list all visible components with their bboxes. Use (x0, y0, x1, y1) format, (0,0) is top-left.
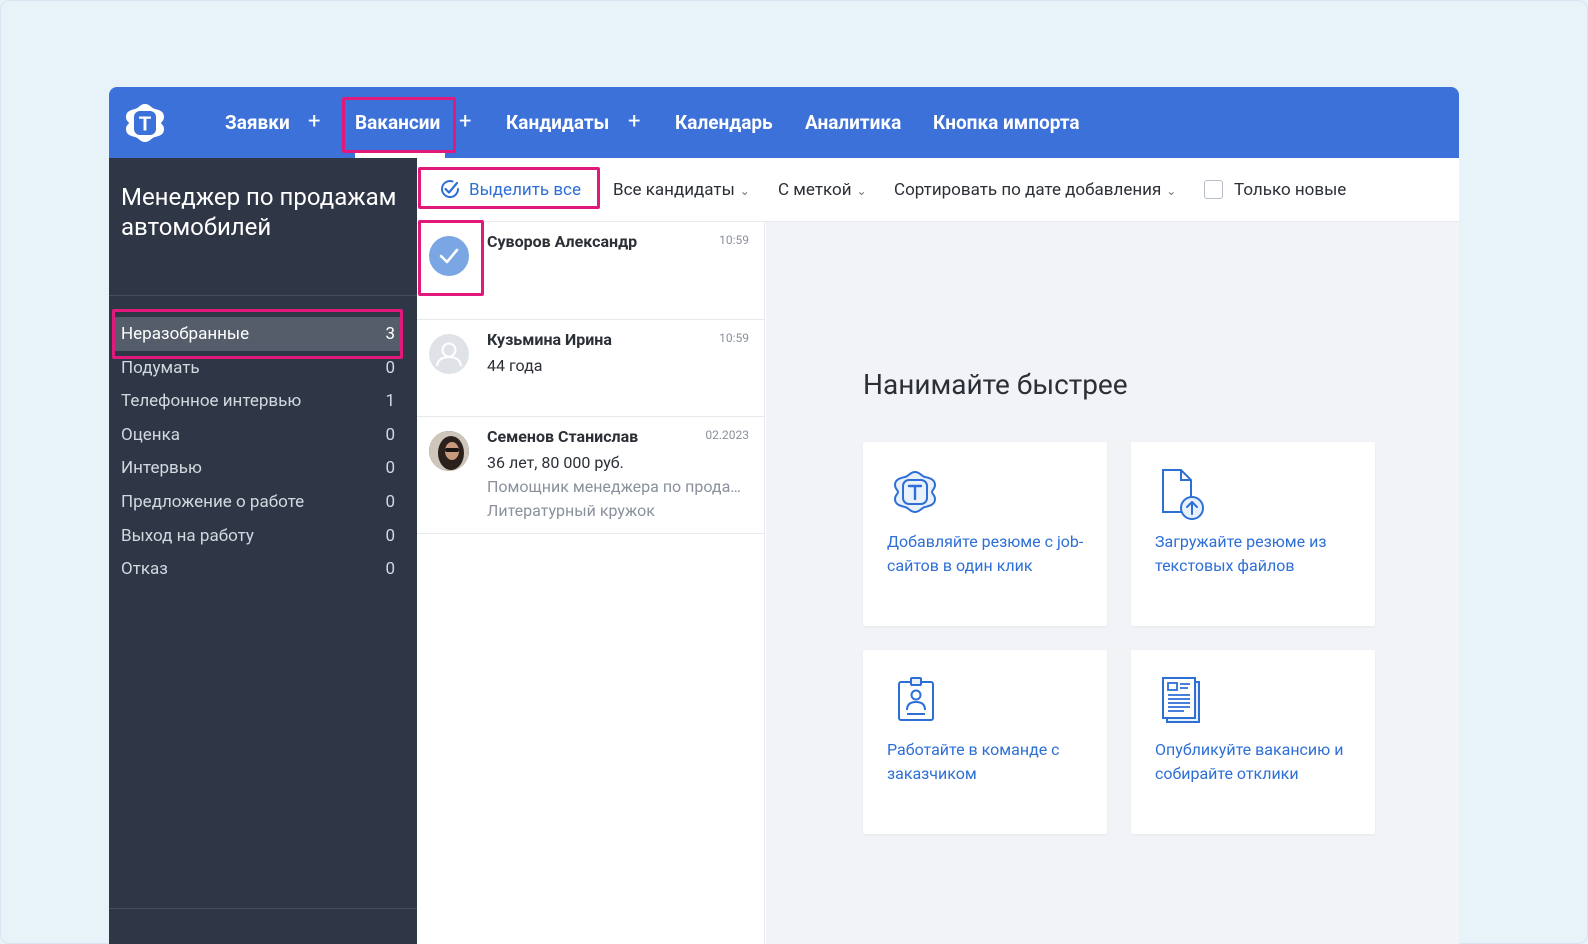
stage-label: Выход на работу (121, 526, 254, 546)
chevron-down-icon: ⌄ (1166, 184, 1177, 198)
stage-item-onboarding[interactable]: Выход на работу 0 (115, 519, 401, 553)
chevron-down-icon: ⌄ (856, 184, 867, 198)
card-add-from-job-sites[interactable]: Добавляйте резюме с job-сайтов в один кл… (863, 442, 1107, 626)
candidate-age-salary: 36 лет, 80 000 руб. (487, 453, 624, 472)
all-candidates-dropdown[interactable]: Все кандидаты ⌄ (613, 178, 750, 202)
all-candidates-label: Все кандидаты (613, 180, 735, 200)
check-circle-icon (441, 180, 459, 198)
stage-label: Подумать (121, 358, 200, 378)
card-text: Загружайте резюме из текстовых файлов (1155, 532, 1327, 575)
stage-count: 0 (385, 492, 395, 512)
stage-label: Телефонное интервью (121, 391, 302, 411)
stage-count: 0 (385, 425, 395, 445)
stage-count: 1 (385, 391, 395, 411)
candidate-time: 02.2023 (705, 428, 749, 442)
select-all-label: Выделить все (469, 180, 581, 200)
add-request-button[interactable]: + (308, 107, 320, 137)
vacancy-sidebar: Менеджер по продажам автомобилей Неразоб… (109, 158, 417, 944)
candidate-row[interactable]: Кузьмина Ирина 10:59 44 года (417, 320, 765, 417)
tag-filter-dropdown[interactable]: С меткой ⌄ (778, 178, 867, 202)
svg-text:T: T (139, 114, 151, 136)
huntflow-logo-icon (889, 466, 941, 522)
document-icon (1157, 674, 1209, 730)
sort-dropdown[interactable]: Сортировать по дате добавления ⌄ (894, 178, 1176, 202)
stage-label: Отказ (121, 559, 168, 579)
nav-tab-calendar[interactable]: Календарь (675, 109, 773, 137)
stage-label: Интервью (121, 458, 202, 478)
nav-tab-import-button[interactable]: Кнопка импорта (933, 109, 1080, 137)
stage-count: 0 (385, 358, 395, 378)
stage-label: Неразобранные (121, 324, 250, 344)
stage-item-interview[interactable]: Интервью 0 (115, 451, 401, 485)
only-new-checkbox[interactable] (1204, 180, 1223, 199)
card-team-with-client[interactable]: Работайте в команде с заказчиком (863, 650, 1107, 834)
nav-tab-requests[interactable]: Заявки (225, 109, 290, 137)
candidate-name: Суворов Александр (487, 232, 638, 251)
main-content: Нанимайте быстрее Добавляйте резюме с jo… (766, 222, 1459, 944)
main-title: Нанимайте быстрее (863, 368, 1128, 401)
sidebar-bottom-divider (109, 908, 417, 909)
only-new-label[interactable]: Только новые (1234, 178, 1346, 202)
card-text: Работайте в команде с заказчиком (887, 740, 1060, 783)
chevron-down-icon: ⌄ (739, 184, 750, 198)
candidate-source: Литературный кружок (487, 501, 655, 520)
candidate-age: 44 года (487, 356, 543, 375)
nav-tab-candidates[interactable]: Кандидаты (506, 109, 609, 137)
user-placeholder-icon (429, 334, 469, 374)
badge-icon (889, 674, 941, 730)
stage-label: Оценка (121, 425, 181, 445)
stage-item-unsorted[interactable]: Неразобранные 3 (115, 317, 401, 351)
card-publish-vacancy[interactable]: Опубликуйте вакансию и собирайте отклики (1131, 650, 1375, 834)
candidate-time: 10:59 (719, 331, 749, 345)
candidate-row[interactable]: Суворов Александр 10:59 (417, 222, 765, 320)
stage-label: Предложение о работе (121, 492, 305, 512)
candidate-time: 10:59 (719, 233, 749, 247)
app-logo-icon[interactable]: T (123, 101, 167, 145)
stage-item-assessment[interactable]: Оценка 0 (115, 418, 401, 452)
card-text: Опубликуйте вакансию и собирайте отклики (1155, 740, 1344, 783)
tag-filter-label: С меткой (778, 180, 852, 200)
candidate-photo-avatar (429, 431, 469, 471)
list-toolbar: Выделить все Все кандидаты ⌄ С меткой ⌄ Со… (417, 158, 1459, 222)
stage-count: 0 (385, 458, 395, 478)
add-candidate-button[interactable]: + (628, 107, 640, 137)
nav-tab-vacancies[interactable]: Вакансии (355, 109, 440, 137)
select-all-button[interactable]: Выделить все (439, 178, 581, 202)
candidate-position: Помощник менеджера по продажам (487, 477, 751, 496)
stage-item-think[interactable]: Подумать 0 (115, 351, 401, 385)
candidate-list: Суворов Александр 10:59 Кузьмина Ирина 1… (417, 222, 765, 944)
add-vacancy-button[interactable]: + (459, 107, 471, 137)
sidebar-divider (109, 295, 417, 296)
stage-count: 3 (385, 324, 395, 344)
nav-tab-analytics[interactable]: Аналитика (805, 109, 901, 137)
selected-check-avatar-icon[interactable] (429, 236, 469, 276)
stage-item-phone-interview[interactable]: Телефонное интервью 1 (115, 384, 401, 418)
app-window: T Заявки + Вакансии + Кандидаты + Календ… (109, 87, 1459, 944)
vacancy-title: Менеджер по продажам автомобилей (121, 183, 397, 241)
sort-label: Сортировать по дате добавления (894, 180, 1162, 200)
card-text: Добавляйте резюме с job-сайтов в один кл… (887, 532, 1084, 575)
top-navigation: T Заявки + Вакансии + Кандидаты + Календ… (109, 87, 1459, 158)
stage-count: 0 (385, 559, 395, 579)
candidate-name: Кузьмина Ирина (487, 330, 612, 349)
card-upload-from-files[interactable]: Загружайте резюме из текстовых файлов (1131, 442, 1375, 626)
candidate-name: Семенов Станислав (487, 427, 639, 446)
file-upload-icon (1157, 466, 1209, 522)
stage-item-job-offer[interactable]: Предложение о работе 0 (115, 485, 401, 519)
candidate-row[interactable]: Семенов Станислав 02.2023 36 лет, 80 000… (417, 417, 765, 534)
stage-item-rejection[interactable]: Отказ 0 (115, 552, 401, 586)
stage-count: 0 (385, 526, 395, 546)
